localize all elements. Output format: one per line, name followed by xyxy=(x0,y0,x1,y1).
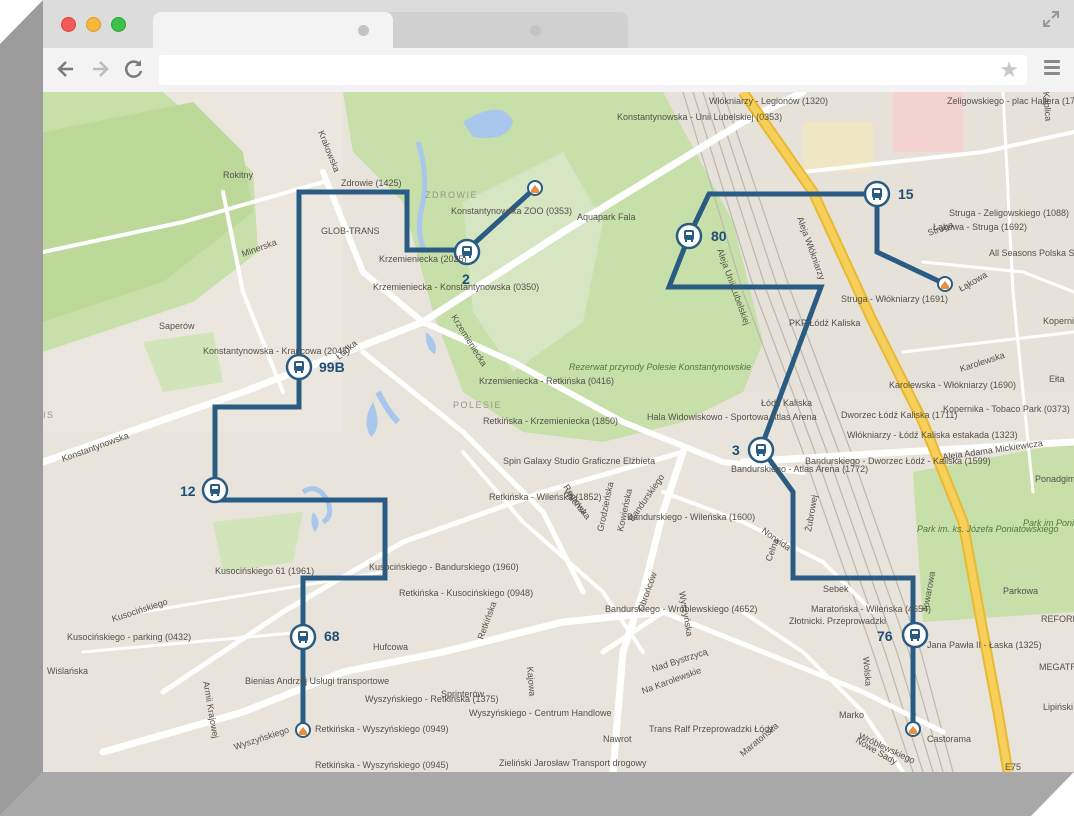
route-number-76: 76 xyxy=(877,628,893,644)
bus-icon xyxy=(201,476,229,504)
maximize-window-button[interactable] xyxy=(111,17,126,32)
stop-label: Zdrowie (1425) xyxy=(341,178,402,188)
street-label: Nawrot xyxy=(603,734,632,744)
route-number-99b: 99B xyxy=(319,359,345,375)
poi-label: GLOB-TRANS xyxy=(321,226,380,236)
poi-label: REFORM xyxy=(1041,614,1074,624)
url-bar[interactable]: ★ xyxy=(159,55,1027,85)
stop-label: Włókniarzy - Łódź Kaliska estakada (1323… xyxy=(847,430,1018,440)
poi-label: Marko xyxy=(839,710,864,720)
stop-label: Łąkowa - Struga (1692) xyxy=(933,222,1027,232)
stop-label: Kusocińskiego - Bandurskiego (1960) xyxy=(369,562,519,572)
stop-label: Bandurskiego - Wileńska (1600) xyxy=(627,512,755,522)
stop-label: Krzemieniecka - Retkińska (0416) xyxy=(479,376,614,386)
area-label: POLESIE xyxy=(453,400,502,410)
stop-label: Zeligowskiego - plac Hallera (1713) xyxy=(947,96,1074,106)
stop-label: Bandurskiego - Wróblewskiego (4652) xyxy=(605,604,757,614)
poi-label: Aquapark Fala xyxy=(577,212,636,222)
tab-close-icon[interactable] xyxy=(530,25,541,36)
park-label: Rezerwat przyrody Polesie Konstantynowsk… xyxy=(569,362,751,372)
title-bar xyxy=(43,0,1074,48)
street-label: Saperów xyxy=(159,321,195,331)
road-shield: E75 xyxy=(1005,762,1021,772)
bus-icon xyxy=(863,180,891,208)
poi-label: Złotnicki. Przeprowadzki xyxy=(789,616,886,626)
stop-label: Kusocińskiego - parking (0432) xyxy=(67,632,191,642)
stop-label: Włókniarzy - Legionów (1320) xyxy=(709,96,828,106)
street-label: Rokitny xyxy=(223,170,254,180)
poi-label: PKP Łódź Kaliska xyxy=(789,318,860,328)
street-label: Hufcowa xyxy=(373,642,408,652)
stop-label: Bandurskiego - Atlas Arena (1772) xyxy=(731,464,868,474)
route-number-3: 3 xyxy=(732,442,740,458)
stop-label: Dworzec Łódź Kaliska (1711) xyxy=(841,410,957,420)
bus-icon xyxy=(285,353,313,381)
stop-label: Konstantynowska - Krancowa (2045) xyxy=(203,346,350,356)
hamburger-menu-icon[interactable] xyxy=(1044,60,1060,78)
bus-icon xyxy=(289,623,317,651)
tab-close-icon[interactable] xyxy=(358,25,369,36)
close-window-button[interactable] xyxy=(61,17,76,32)
stop-label: Retkińska - Wyszyńskiego (0945) xyxy=(315,760,448,770)
poi-label: Hala Widowiskowo - Sportowa Atlas Arena xyxy=(647,412,817,422)
stop-label: Jana Pawła II - Łaska (1325) xyxy=(927,640,1042,650)
stop-label: Krzemieniecka (2025) xyxy=(379,254,467,264)
stop-label: Retkińska - Wyszyńskiego (0949) xyxy=(315,724,448,734)
park-label: Park im Poniatowskie xyxy=(1023,518,1074,528)
arrow-right-icon[interactable] xyxy=(89,58,111,80)
poi-label: Zieliński Jarosław Transport drogowy xyxy=(499,758,647,768)
stop-label: Kusocińskiego 61 (1961) xyxy=(215,566,314,576)
poi-label: Ełta xyxy=(1049,374,1065,384)
street-label: Wiślańska xyxy=(47,666,88,676)
stop-label: Maratońska - Wileńska (4654) xyxy=(811,604,931,614)
browser-tab-1[interactable] xyxy=(153,12,393,48)
stop-label: Retkińska - Wileńska (1852) xyxy=(489,492,602,502)
bus-icon xyxy=(747,436,775,464)
browser-tab-2[interactable] xyxy=(378,12,628,48)
street-label: Lipiński T. xyxy=(1043,702,1074,712)
street-label: Parkowa xyxy=(1003,586,1038,596)
reload-icon[interactable] xyxy=(123,58,145,80)
poi-label: Castorama xyxy=(927,734,971,744)
poi-label: MEGATR xyxy=(1039,662,1074,672)
poi-label: Spin Galaxy Studio Graficzne Elżbieta xyxy=(503,456,655,466)
stop-label: Struga - Zeligowskiego (1088) xyxy=(949,208,1069,218)
poi-label: Sebek xyxy=(823,584,849,594)
stop-label: Konstantynowska - Unii Lubelskiej (0353) xyxy=(617,112,782,122)
star-icon[interactable]: ★ xyxy=(999,57,1019,83)
area-label: ZDROWIE xyxy=(425,190,478,200)
poi-label: Ponadgim xyxy=(1035,474,1074,484)
map-view[interactable]: 99B 12 68 2 80 15 3 76 ZDROWIE POLESIE I… xyxy=(43,92,1074,772)
map-canvas[interactable]: 99B 12 68 2 80 15 3 76 ZDROWIE POLESIE I… xyxy=(43,92,1074,772)
stop-label: Retkińska - Krzemieniecka (1850) xyxy=(483,416,618,426)
street-label: Kopernika xyxy=(1043,316,1074,326)
route-number-68: 68 xyxy=(324,628,340,644)
bus-icon xyxy=(675,222,703,250)
stop-label: Kopernika - Tobaco Park (0373) xyxy=(943,404,1070,414)
poi-label: All Seasons Polska Sp. z oo xyxy=(989,248,1074,258)
poi-label: Wyszyńskiego - Centrum Handlowe xyxy=(469,708,611,718)
browser-toolbar: ★ xyxy=(43,48,1074,92)
stop-label: Karolewska - Włókniarzy (1690) xyxy=(889,380,1016,390)
stop-label: Wyszyńskiego - Retkińska (1375) xyxy=(365,694,498,704)
arrow-left-icon[interactable] xyxy=(55,58,77,80)
route-number-12: 12 xyxy=(180,483,196,499)
browser-window: ★ 99B 12 68 2 80 15 3 76 ZDROWIE POLESIE… xyxy=(43,0,1074,772)
route-number-15: 15 xyxy=(898,186,914,202)
minimize-window-button[interactable] xyxy=(86,17,101,32)
bus-icon xyxy=(901,621,929,649)
stop-label: Retkińska - Kusocińskiego (0948) xyxy=(399,588,533,598)
expand-icon[interactable] xyxy=(1042,10,1060,28)
stop-label: Krzemieniecka - Konstantynowska (0350) xyxy=(373,282,539,292)
poi-label: Łódź Kaliska xyxy=(761,398,812,408)
poi-label: Bienias Andrzej Usługi transportowe xyxy=(245,676,389,686)
stop-label: Struga - Włókniarzy (1691) xyxy=(841,294,948,304)
route-number-80: 80 xyxy=(711,228,727,244)
poi-label: Trans Ralf Przeprowadzki Łódź xyxy=(649,724,774,734)
area-label: IS xyxy=(43,410,55,420)
stop-label: Konstantynowska ZOO (0353) xyxy=(451,206,572,216)
